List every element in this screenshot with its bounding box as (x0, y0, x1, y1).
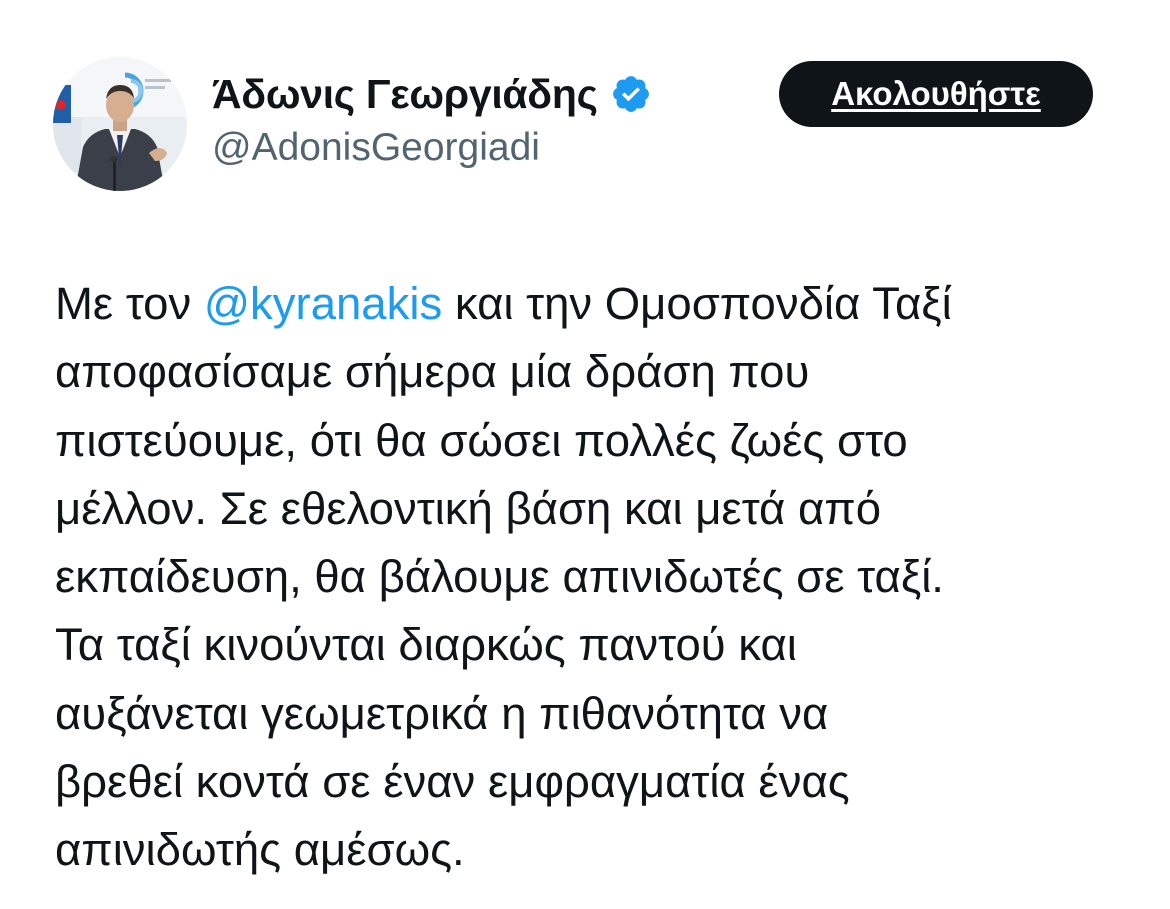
tweet-line: Τα ταξί κινούνται διαρκώς παντού και (55, 619, 797, 671)
tweet-line: Με τον @kyranakis και την Ομοσπονδία Ταξ… (55, 270, 1145, 338)
tweet-card: Άδωνις Γεωργιάδης @AdonisGeorgiadi Ακολο… (0, 0, 1170, 909)
author-name-row: Άδωνις Γεωργιάδης (212, 68, 652, 120)
tweet-line: βρεθεί κοντά σε έναν εμφραγματία ένας (55, 756, 850, 808)
tweet-line: πιστεύουμε, ότι θα σώσει πολλές ζωές στο (55, 414, 908, 466)
mention-link[interactable]: @kyranakis (204, 278, 442, 329)
tweet-line: αποφασίσαμε σήμερα μία δράση που (55, 346, 810, 398)
tweet-line: μέλλον. Σε εθελοντική βάση και μετά από (55, 482, 881, 534)
author-handle[interactable]: @AdonisGeorgiadi (212, 126, 540, 170)
tweet-line: απινιδωτής αμέσως. (55, 824, 465, 876)
tweet-line: εκπαίδευση, θα βάλουμε απινιδωτές σε ταξ… (55, 551, 944, 603)
profile-photo-icon (53, 57, 187, 191)
avatar[interactable] (53, 57, 187, 191)
verified-badge-icon (610, 73, 652, 115)
tweet-line: αυξάνεται γεωμετρικά η πιθανότητα να (55, 687, 829, 739)
tweet-text-segment: Με τον (55, 278, 204, 329)
tweet-text: Με τον @kyranakis και την Ομοσπονδία Ταξ… (55, 270, 1145, 885)
tweet-text-segment: και την Ομοσπονδία Ταξί (442, 278, 952, 329)
display-name[interactable]: Άδωνις Γεωργιάδης (212, 71, 598, 118)
follow-button[interactable]: Ακολουθήστε (779, 61, 1093, 127)
